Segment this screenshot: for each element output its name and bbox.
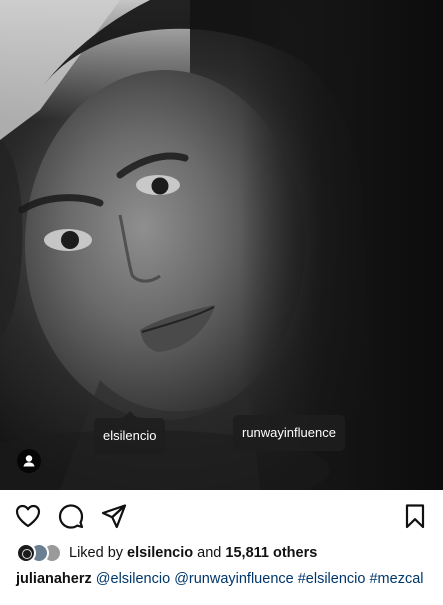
caption-mention[interactable]: @elsilencio — [96, 571, 170, 587]
liker-username[interactable]: elsilencio — [127, 545, 193, 561]
photo-tag-runwayinfluence[interactable]: runwayinfluence — [233, 408, 345, 451]
heart-icon[interactable] — [14, 502, 42, 530]
liker-avatars — [16, 543, 64, 563]
share-icon[interactable] — [100, 502, 128, 530]
post-photo[interactable]: elsilencio runwayinfluence — [0, 0, 443, 490]
likes-conjunction: and — [197, 545, 222, 561]
tagged-users-icon[interactable] — [17, 449, 41, 473]
bookmark-icon[interactable] — [401, 502, 429, 530]
caption-username[interactable]: julianaherz — [16, 571, 92, 587]
caption-mention[interactable]: @runwayinfluence — [174, 571, 294, 587]
instagram-post: elsilencio runwayinfluence Liked by elsi… — [0, 0, 443, 605]
likes-summary[interactable]: Liked by elsilencio and 15,811 others — [16, 543, 317, 563]
comment-icon[interactable] — [57, 502, 85, 530]
portrait-illustration — [0, 0, 443, 490]
post-actions — [0, 502, 443, 532]
photo-tag-label: elsilencio — [103, 428, 157, 443]
photo-tag-elsilencio[interactable]: elsilencio — [94, 411, 166, 454]
avatar — [16, 543, 36, 563]
post-caption: julianaherz @elsilencio @runwayinfluence… — [16, 570, 431, 589]
likes-count[interactable]: 15,811 others — [225, 545, 317, 561]
caption-hashtag[interactable]: #elsilencio — [298, 571, 366, 587]
caption-hashtag[interactable]: #mezcal — [369, 571, 423, 587]
photo-tag-label: runwayinfluence — [242, 425, 336, 440]
likes-prefix: Liked by — [69, 545, 124, 561]
